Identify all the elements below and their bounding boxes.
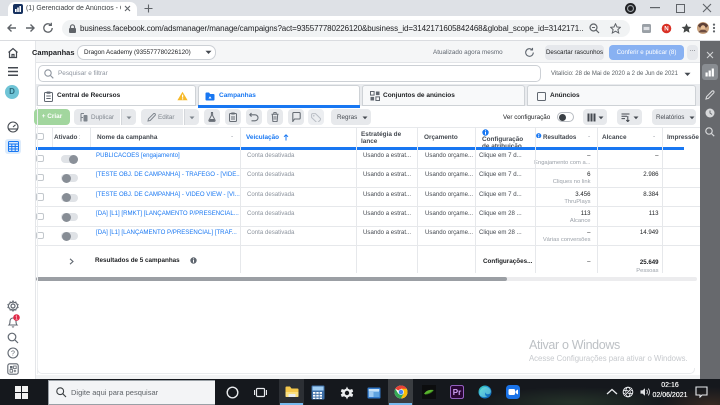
svg-text:N: N [664, 26, 669, 33]
svg-text:1: 1 [15, 316, 18, 321]
svg-text:?: ? [11, 350, 15, 357]
svg-text:Pr: Pr [453, 388, 461, 397]
